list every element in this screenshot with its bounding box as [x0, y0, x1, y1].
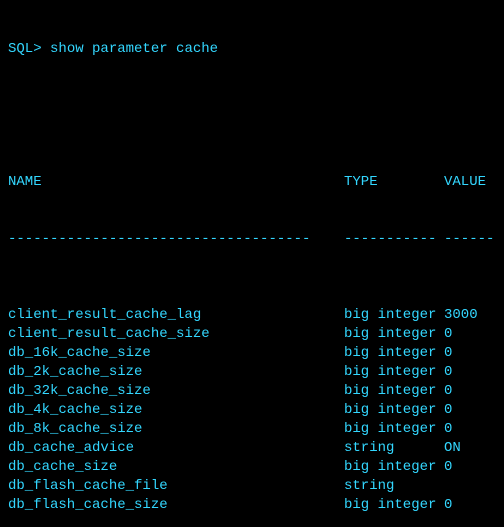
result-row: db_8k_cache_sizebig integer0: [8, 420, 496, 439]
param-name: db_cache_size: [8, 458, 344, 477]
param-type: big integer: [344, 363, 444, 382]
param-type: string: [344, 477, 444, 496]
command-line: SQL> show parameter cache: [8, 40, 496, 59]
header-type: TYPE: [344, 173, 444, 192]
header-value: VALUE: [444, 173, 496, 192]
result-row: db_flash_cache_sizebig integer0: [8, 496, 496, 515]
param-name: db_16k_cache_size: [8, 344, 344, 363]
param-name: db_flash_cache_file: [8, 477, 344, 496]
param-name: client_result_cache_lag: [8, 306, 344, 325]
param-value: 0: [444, 363, 496, 382]
result-row: client_result_cache_sizebig integer0: [8, 325, 496, 344]
sql-prompt: SQL>: [8, 41, 42, 57]
param-type: big integer: [344, 401, 444, 420]
param-value: 0: [444, 420, 496, 439]
param-type: big integer: [344, 344, 444, 363]
header-row: NAMETYPEVALUE: [8, 173, 496, 192]
blank-line: [8, 97, 496, 116]
param-type: big integer: [344, 496, 444, 515]
param-type: big integer: [344, 420, 444, 439]
param-value: 0: [444, 458, 496, 477]
param-value: [444, 477, 496, 496]
param-value: 3000: [444, 306, 496, 325]
param-value: 0: [444, 382, 496, 401]
param-value: 0: [444, 325, 496, 344]
divider-row: ----------------------------------------…: [8, 230, 496, 249]
param-name: db_cache_advice: [8, 439, 344, 458]
result-row: db_cache_advicestringON: [8, 439, 496, 458]
param-value: 0: [444, 344, 496, 363]
result-block-1: client_result_cache_lagbig integer3000cl…: [8, 306, 496, 515]
result-row: client_result_cache_lagbig integer3000: [8, 306, 496, 325]
param-name: db_4k_cache_size: [8, 401, 344, 420]
param-name: db_8k_cache_size: [8, 420, 344, 439]
param-type: string: [344, 439, 444, 458]
param-value: 0: [444, 401, 496, 420]
result-row: db_16k_cache_sizebig integer0: [8, 344, 496, 363]
param-type: big integer: [344, 306, 444, 325]
param-name: db_flash_cache_size: [8, 496, 344, 515]
result-row: db_cache_sizebig integer0: [8, 458, 496, 477]
param-type: big integer: [344, 382, 444, 401]
param-value: 0: [444, 496, 496, 515]
command-text: show parameter cache: [50, 41, 218, 57]
param-type: big integer: [344, 458, 444, 477]
terminal[interactable]: SQL> show parameter cache NAMETYPEVALUE …: [0, 0, 504, 527]
header-name: NAME: [8, 173, 344, 192]
result-row: db_4k_cache_sizebig integer0: [8, 401, 496, 420]
param-name: db_32k_cache_size: [8, 382, 344, 401]
result-row: db_2k_cache_sizebig integer0: [8, 363, 496, 382]
param-value: ON: [444, 439, 496, 458]
param-type: big integer: [344, 325, 444, 344]
result-row: db_32k_cache_sizebig integer0: [8, 382, 496, 401]
result-row: db_flash_cache_filestring: [8, 477, 496, 496]
param-name: client_result_cache_size: [8, 325, 344, 344]
param-name: db_2k_cache_size: [8, 363, 344, 382]
